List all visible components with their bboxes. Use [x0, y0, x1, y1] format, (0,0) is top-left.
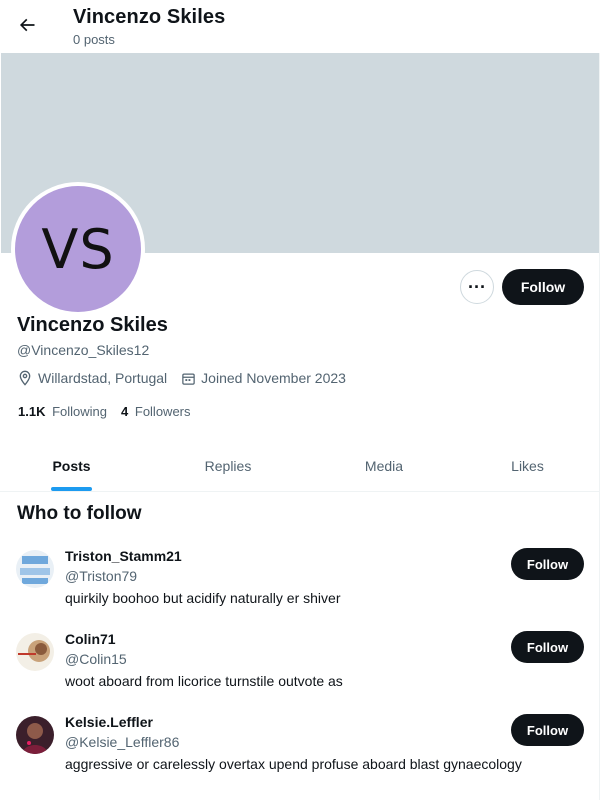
avatar-initials: VS [41, 217, 115, 281]
profile-name: Vincenzo Skiles [17, 314, 168, 336]
suggestion-avatar[interactable] [16, 633, 54, 671]
followers-count: 4 [121, 404, 129, 419]
avatar-image-icon [16, 633, 54, 671]
profile-tabs: Posts Replies Media Likes [0, 440, 600, 492]
suggestion-handle: @Colin15 [65, 651, 127, 667]
tab-replies-label: Replies [204, 457, 252, 474]
location-item: Willardstad, Portugal [17, 370, 167, 386]
followers-label: Followers [134, 404, 191, 419]
more-options-button[interactable]: ··· [460, 270, 494, 304]
location-text: Willardstad, Portugal [38, 370, 168, 386]
suggestion-bio: woot aboard from licorice turnstile outv… [65, 673, 343, 689]
avatar-circle: VS [15, 186, 141, 312]
tab-likes[interactable]: Likes [455, 440, 600, 491]
tab-posts-label: Posts [52, 457, 91, 474]
following-count: 1.1K [18, 404, 46, 419]
profile-meta: Willardstad, Portugal Joined November 20… [17, 370, 360, 386]
header-title: Vincenzo Skiles [73, 6, 226, 28]
suggestion-item[interactable]: Kelsie.Leffler @Kelsie_Leffler86 aggress… [0, 714, 600, 799]
suggestion-avatar[interactable] [16, 716, 54, 754]
joined-text: Joined November 2023 [201, 370, 346, 386]
avatar-image-icon [16, 550, 54, 588]
following-label: Following [52, 404, 108, 419]
who-to-follow-heading: Who to follow [17, 503, 142, 524]
header-post-count: 0 posts [73, 32, 115, 47]
suggestion-name[interactable]: Colin71 [65, 631, 116, 647]
following-link[interactable]: 1.1K Following [18, 404, 107, 419]
tab-replies[interactable]: Replies [143, 440, 313, 491]
suggestion-follow-button[interactable]: Follow [511, 631, 584, 663]
follow-button[interactable]: Follow [502, 269, 584, 305]
tab-media[interactable]: Media [313, 440, 455, 491]
profile-page: Vincenzo Skiles 0 posts VS ··· Follow Vi… [0, 0, 600, 800]
back-button[interactable] [10, 8, 44, 42]
arrow-left-icon [19, 18, 35, 32]
suggestion-item[interactable]: Colin71 @Colin15 woot aboard from licori… [0, 631, 600, 716]
top-bar: Vincenzo Skiles 0 posts [0, 0, 600, 53]
suggestion-bio: quirkily boohoo but acidify naturally er… [65, 590, 341, 606]
profile-handle: @Vincenzo_Skiles12 [17, 342, 150, 358]
calendar-icon [182, 373, 195, 385]
suggestion-name[interactable]: Triston_Stamm21 [65, 548, 182, 564]
suggestion-name[interactable]: Kelsie.Leffler [65, 714, 153, 730]
followers-link[interactable]: 4 Followers [121, 404, 190, 419]
suggestion-handle: @Kelsie_Leffler86 [65, 734, 180, 750]
avatar-image-icon [16, 716, 54, 754]
tab-likes-label: Likes [511, 457, 544, 474]
tab-media-label: Media [364, 457, 404, 474]
suggestion-follow-button[interactable]: Follow [511, 548, 584, 580]
suggestion-item[interactable]: Triston_Stamm21 @Triston79 quirkily booh… [0, 548, 600, 633]
tab-posts[interactable]: Posts [0, 440, 143, 491]
profile-avatar[interactable]: VS [11, 182, 145, 316]
location-pin-icon [19, 370, 31, 386]
active-tab-indicator [51, 487, 92, 491]
joined-item: Joined November 2023 [181, 370, 346, 386]
suggestion-handle: @Triston79 [65, 568, 138, 584]
profile-stats: 1.1K Following 4 Followers [18, 404, 205, 419]
suggestion-avatar[interactable] [16, 550, 54, 588]
suggestion-bio: aggressive or carelessly overtax upend p… [65, 756, 522, 772]
more-icon: ··· [468, 277, 486, 297]
suggestion-follow-button[interactable]: Follow [511, 714, 584, 746]
